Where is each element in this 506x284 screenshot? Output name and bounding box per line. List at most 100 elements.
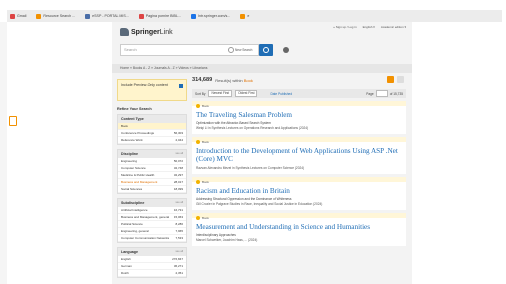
- result-type: Book: [196, 179, 402, 184]
- book-icon: [196, 104, 200, 108]
- facet-item-count: 276,847: [172, 257, 183, 261]
- facet-item[interactable]: Computer Communication Networks 7,533: [118, 235, 186, 242]
- breadcrumb[interactable]: Home » Books A - Z » Journals A - Z » Vi…: [112, 64, 412, 73]
- facet-title: Discipline: [121, 152, 138, 156]
- facet-item[interactable]: Reference Work 2,044: [118, 137, 186, 144]
- facet-header: Language see all: [118, 248, 186, 256]
- facet-header: Content Type: [118, 115, 186, 123]
- preview-only-toggle[interactable]: Include Preview-Only content: [117, 79, 187, 101]
- facet-item[interactable]: Computer Science 32,748: [118, 165, 186, 172]
- sort-oldest-button[interactable]: Oldest First: [235, 90, 258, 97]
- bookmark-springer[interactable]: Intr.springer.com/s...: [188, 13, 233, 19]
- bookmark-gmail[interactable]: Gmail: [7, 13, 29, 19]
- bookmark-icon: [36, 13, 42, 19]
- facet-item[interactable]: Social Sciences 18,099: [118, 186, 186, 193]
- facet-item-count: 32,297: [173, 173, 183, 177]
- facet-item[interactable]: Engineering, general 7,965: [118, 228, 186, 235]
- login-link[interactable]: » Sign up / Log in: [333, 25, 356, 29]
- book-icon: [196, 179, 200, 184]
- facet-item-count: 8,286: [175, 222, 183, 226]
- see-all-link[interactable]: see all: [176, 250, 184, 254]
- facet-item[interactable]: Business and Management, general 15,063: [118, 214, 186, 221]
- language-select[interactable]: English ▾: [363, 25, 375, 29]
- page-of: of 15,735: [389, 91, 403, 96]
- result-item: Book Introduction to the Development of W…: [192, 137, 406, 174]
- facet-item-label: English: [121, 257, 131, 261]
- bookmarks-bar: Gmail Resource Search ... eSSP - PORTAL …: [7, 10, 502, 22]
- facet-group: Subdiscipline see all Artificial Intellige…: [117, 198, 187, 243]
- facet-item-label: Political Science: [121, 222, 143, 226]
- springer-horse-icon: [120, 28, 129, 36]
- page-input[interactable]: [375, 90, 388, 97]
- left-panel: [0, 22, 7, 284]
- facet-item-label: Conference Proceedings: [121, 131, 155, 135]
- result-subtitle: Interdisciplinary Approaches: [196, 233, 236, 238]
- bookmark-resource-search[interactable]: Resource Search ...: [33, 13, 78, 19]
- facet-item-label: Engineering, general: [121, 229, 149, 233]
- rss-icon[interactable]: [387, 76, 394, 83]
- result-item: Book Measurement and Understanding in Sci…: [192, 212, 406, 247]
- facet-item[interactable]: Conference Proceedings 56,303: [118, 130, 186, 137]
- checkbox-icon[interactable]: [179, 84, 183, 88]
- facet-item-count: 36,271: [173, 264, 183, 268]
- page-label: Page: [366, 91, 374, 96]
- sort-by-label: Sort By: [195, 91, 206, 96]
- facet-group: Language see all English 276,847 German 36,27…: [117, 247, 187, 278]
- facet-item[interactable]: Political Science 8,286: [118, 221, 186, 228]
- result-type: Book: [196, 215, 402, 220]
- result-item: Book Racism and Education in Britain Addre…: [192, 176, 406, 210]
- bookmark-label: e: [247, 14, 250, 18]
- facet-item-label: Computer Communication Networks: [121, 236, 170, 240]
- facet-item[interactable]: Dutch 2,351: [118, 270, 186, 277]
- bookmark-icon: [85, 13, 91, 19]
- edition-select[interactable]: Academic edition ▾: [381, 25, 406, 29]
- top-links: » Sign up / Log in English ▾ Academic ed…: [333, 25, 406, 29]
- date-published-filter[interactable]: Date Published: [270, 92, 292, 96]
- result-title-link[interactable]: Racism and Education in Britain: [196, 187, 402, 195]
- facet-item-label: Social Sciences: [121, 187, 143, 191]
- facet-item[interactable]: Book: [118, 123, 186, 130]
- facet-item[interactable]: Medicine & Public Health 32,297: [118, 172, 186, 179]
- bookmark-essp[interactable]: eSSP - PORTAL MIS...: [82, 13, 132, 19]
- result-title-link[interactable]: The Traveling Salesman Problem: [196, 111, 402, 119]
- springer-page: SpringerLink » Sign up / Log in English …: [112, 22, 412, 284]
- refine-title: Refine Your Search: [117, 107, 152, 111]
- facet-list: Content Type Book Conference Proceedings 56…: [117, 114, 187, 278]
- result-item: Book The Traveling Salesman Problem Optimi…: [192, 101, 406, 135]
- facet-item[interactable]: English 276,847: [118, 256, 186, 263]
- result-authors[interactable]: Razvan Alexandru Mezei in Synthesis Lect…: [196, 166, 402, 170]
- result-authors[interactable]: Weiqi Li in Synthesis Lectures on Operat…: [196, 126, 402, 130]
- facet-item-label: Book: [121, 124, 128, 128]
- sort-newest-button[interactable]: Newest First: [208, 90, 233, 97]
- result-authors[interactable]: Gill Crozier in Palgrave Studies in Race…: [196, 202, 402, 206]
- facet-item-count: 56,303: [173, 131, 183, 135]
- bookmark-edge-icon[interactable]: [9, 116, 17, 126]
- pagination: Page of 15,735: [366, 90, 403, 97]
- result-subtitle: Optimization with the Attractor-Based Se…: [196, 121, 271, 126]
- bookmark-label: Pagina pornire BIBL...: [145, 14, 181, 18]
- facet-item[interactable]: German 36,271: [118, 263, 186, 270]
- facet-item-label: Dutch: [121, 271, 129, 275]
- download-icon[interactable]: [397, 76, 404, 83]
- springerlink-logo[interactable]: SpringerLink: [120, 28, 173, 36]
- facet-item-count: 18,099: [173, 187, 183, 191]
- result-authors[interactable]: Marcel Schweiker, Joachim Hass, ... (202…: [196, 238, 402, 242]
- search-button[interactable]: [259, 44, 273, 56]
- result-title-link[interactable]: Measurement and Understanding in Science…: [196, 223, 402, 231]
- facet-item-count: 16,731: [173, 208, 183, 212]
- search-icon: [263, 47, 269, 53]
- facet-item[interactable]: Business and Management 28,017: [118, 179, 186, 186]
- new-search-toggle[interactable]: New Search: [228, 47, 252, 53]
- screenshot-frame: Gmail Resource Search ... eSSP - PORTAL …: [0, 0, 506, 284]
- facet-item[interactable]: Artificial Intelligence 16,731: [118, 207, 186, 214]
- facet-item[interactable]: Engineering 50,072: [118, 158, 186, 165]
- bookmark-pagina[interactable]: Pagina pornire BIBL...: [136, 13, 184, 19]
- bookmark-e[interactable]: e: [237, 13, 252, 19]
- result-title-link[interactable]: Introduction to the Development of Web A…: [196, 147, 402, 163]
- bookmark-icon: [240, 13, 246, 19]
- see-all-link[interactable]: see all: [176, 201, 184, 205]
- bookmark-icon: [138, 13, 144, 19]
- facet-item-count: 50,072: [173, 159, 183, 163]
- gear-icon[interactable]: [283, 47, 289, 53]
- see-all-link[interactable]: see all: [176, 152, 184, 156]
